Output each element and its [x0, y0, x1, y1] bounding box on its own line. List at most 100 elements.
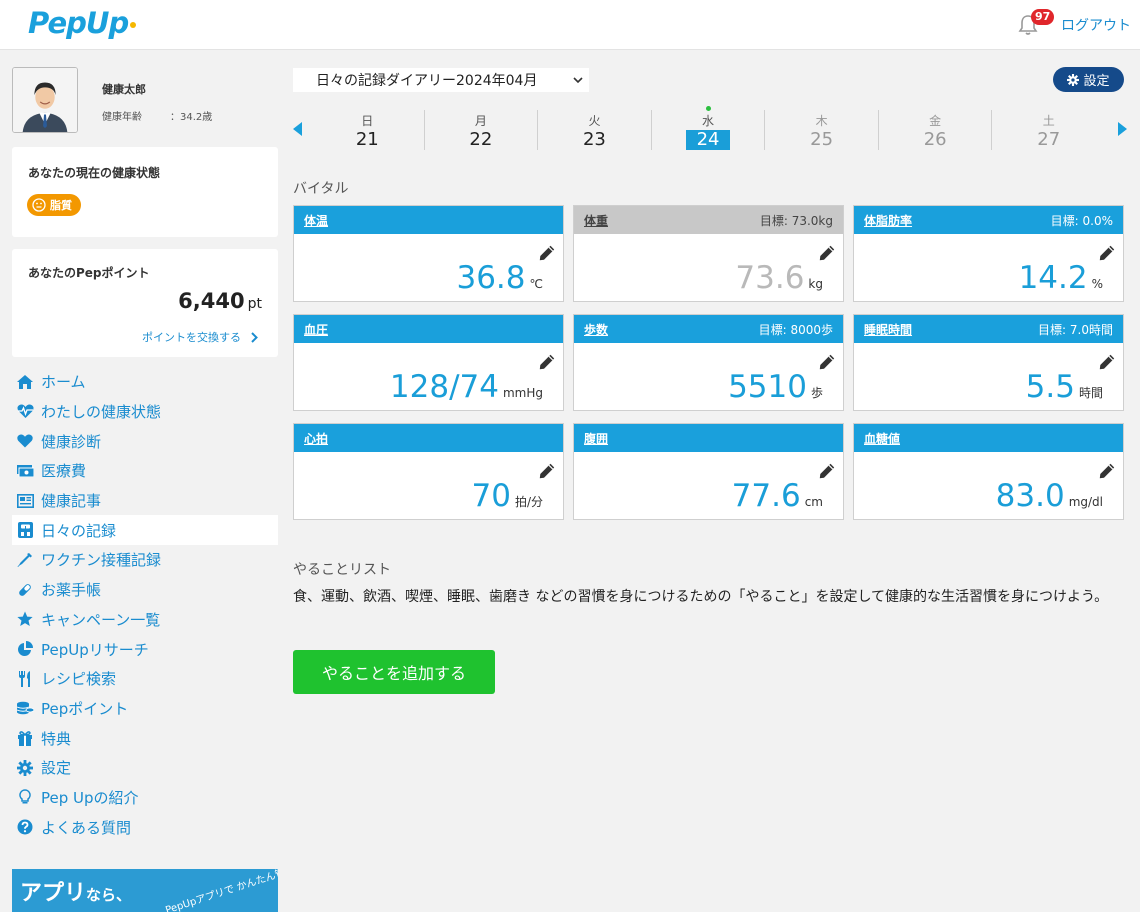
todo-description: 食、運動、飲酒、喫煙、睡眠、歯磨き などの習慣を身につけるための「やること」を設… [293, 589, 1109, 605]
today-dot [706, 106, 712, 111]
health-status-badge[interactable]: 脂質 [27, 194, 81, 216]
sidebar-item-home[interactable]: ホーム [12, 367, 278, 397]
sidebar-item-my-health[interactable]: わたしの健康状態 [12, 397, 278, 427]
pencil-icon[interactable] [1099, 463, 1115, 479]
vital-card-waist[interactable]: 腹囲 77.6 cm [573, 423, 844, 520]
sidebar-item-daily-record[interactable]: 日々の記録 [12, 515, 278, 546]
vital-card-header: 体重 目標: 73.0kg [574, 206, 843, 234]
sidebar-item-label: よくある質問 [41, 818, 132, 837]
sidebar-item-pep-points[interactable]: Pepポイント [12, 694, 278, 724]
day-sat[interactable]: 土 27 [992, 110, 1105, 150]
pencil-icon[interactable] [819, 245, 835, 261]
vital-card-weight[interactable]: 体重 目標: 73.0kg 73.6 kg [573, 205, 844, 302]
sidebar-item-label: ワクチン接種記録 [41, 551, 162, 570]
pep-points-title: あなたのPepポイント [28, 266, 150, 280]
pencil-icon[interactable] [539, 463, 555, 479]
vital-title[interactable]: 体温 [304, 212, 328, 229]
logout-link[interactable]: ログアウト [1061, 15, 1131, 35]
day-thu[interactable]: 木 25 [765, 110, 879, 150]
pepup-logo[interactable]: PepUp [28, 6, 137, 40]
vital-card-blood-pressure[interactable]: 血圧 128/74 mmHg [293, 314, 564, 411]
vital-card-sleep[interactable]: 睡眠時間 目標: 7.0時間 5.5 時間 [853, 314, 1124, 411]
banner-main-text: アプリ [20, 881, 87, 906]
exchange-points-link[interactable]: ポイントを交換する [142, 329, 258, 345]
vital-value: 5.5 時間 [1026, 371, 1103, 409]
vital-card-body-fat[interactable]: 体脂肪率 目標: 0.0% 14.2% [853, 205, 1124, 302]
vital-card-heart-rate[interactable]: 心拍 70 拍/分 [293, 423, 564, 520]
app-banner[interactable]: アプリなら、 PepUpアプリで かんたん管理 [12, 869, 278, 912]
health-status-card: あなたの現在の健康状態 脂質 [12, 147, 278, 237]
day-tue[interactable]: 火 23 [538, 110, 652, 150]
vital-card-header: 体温 [294, 206, 563, 234]
heartbeat-icon [16, 403, 34, 421]
sidebar-item-research[interactable]: PepUpリサーチ [12, 634, 278, 664]
prev-week-arrow-icon[interactable] [293, 122, 302, 136]
pencil-icon[interactable] [819, 354, 835, 370]
day-wed-selected[interactable]: 水 24 [652, 106, 766, 150]
pep-points-card: あなたのPepポイント 6,440 pt ポイントを交換する [12, 249, 278, 357]
sidebar-item-label: 特典 [41, 729, 72, 748]
vital-card-body-temp[interactable]: 体温 36.8 ℃ [293, 205, 564, 302]
syringe-icon [16, 551, 34, 569]
vital-unit: cm [804, 495, 823, 509]
vital-unit: 時間 [1078, 386, 1103, 400]
sidebar-item-articles[interactable]: 健康記事 [12, 486, 278, 516]
day-sun[interactable]: 日 21 [311, 110, 425, 150]
sidebar-item-checkup[interactable]: 健康診断 [12, 426, 278, 456]
vital-value: 73.6 kg [735, 262, 823, 300]
vital-number: 70 [471, 478, 511, 514]
day-weekday: 水 [702, 114, 715, 128]
vital-card-header: 心拍 [294, 424, 563, 452]
next-week-arrow-icon[interactable] [1118, 122, 1127, 136]
vital-card-blood-sugar[interactable]: 血糖値 83.0 mg/dl [853, 423, 1124, 520]
sidebar-item-faq[interactable]: よくある質問 [12, 812, 278, 842]
vital-value: 36.8 ℃ [456, 262, 543, 300]
heart-icon [16, 432, 34, 450]
vital-title[interactable]: 血圧 [304, 321, 328, 338]
vital-unit: mmHg [502, 386, 543, 400]
pencil-icon[interactable] [819, 463, 835, 479]
day-weekday: 金 [929, 114, 942, 128]
vital-unit: 歩 [810, 386, 823, 400]
sidebar-item-campaigns[interactable]: キャンペーン一覧 [12, 605, 278, 635]
pencil-icon[interactable] [1099, 354, 1115, 370]
sidebar-item-vaccine[interactable]: ワクチン接種記録 [12, 545, 278, 575]
vital-unit: 拍/分 [514, 495, 543, 509]
avatar[interactable] [12, 67, 78, 133]
sidebar-item-recipes[interactable]: レシピ検索 [12, 664, 278, 694]
day-date: 24 [685, 130, 731, 150]
day-weekday: 月 [474, 114, 487, 128]
settings-button[interactable]: 設定 [1053, 67, 1124, 92]
exchange-points-label: ポイントを交換する [142, 331, 241, 344]
vital-title[interactable]: 睡眠時間 [864, 321, 912, 338]
vital-card-steps[interactable]: 歩数 目標: 8000歩 5510 歩 [573, 314, 844, 411]
sidebar-item-medicine-book[interactable]: お薬手帳 [12, 575, 278, 605]
sidebar-item-about[interactable]: Pep Upの紹介 [12, 783, 278, 813]
sidebar-item-label: 医療費 [41, 462, 87, 481]
sidebar-item-medical-cost[interactable]: 医療費 [12, 456, 278, 486]
health-status-title: あなたの現在の健康状態 [28, 166, 161, 180]
vital-title[interactable]: 心拍 [304, 430, 328, 447]
vital-goal: 目標: 0.0% [1050, 213, 1113, 228]
diary-month-select[interactable]: 日々の記録ダイアリー2024年04月 [293, 68, 589, 92]
sidebar-item-label: お薬手帳 [41, 581, 102, 600]
avatar-image [13, 68, 77, 132]
pencil-icon[interactable] [539, 245, 555, 261]
vital-title[interactable]: 歩数 [584, 321, 608, 338]
pencil-icon[interactable] [539, 354, 555, 370]
day-mon[interactable]: 月 22 [425, 110, 539, 150]
vital-title[interactable]: 体重 [584, 212, 608, 229]
day-fri[interactable]: 金 26 [879, 110, 993, 150]
day-weekday: 土 [1042, 114, 1055, 128]
vital-title[interactable]: 血糖値 [864, 430, 900, 447]
pencil-icon[interactable] [1099, 245, 1115, 261]
add-todo-button[interactable]: やることを追加する [293, 650, 495, 694]
day-date: 23 [582, 129, 606, 150]
sidebar-item-label: Pepポイント [41, 699, 129, 718]
vital-title[interactable]: 体脂肪率 [864, 212, 912, 229]
top-header: PepUp 97 ログアウト [0, 0, 1140, 50]
sidebar-item-benefits[interactable]: 特典 [12, 723, 278, 753]
vital-unit: % [1091, 277, 1103, 291]
sidebar-item-settings[interactable]: 設定 [12, 753, 278, 783]
vital-title[interactable]: 腹囲 [584, 430, 608, 447]
